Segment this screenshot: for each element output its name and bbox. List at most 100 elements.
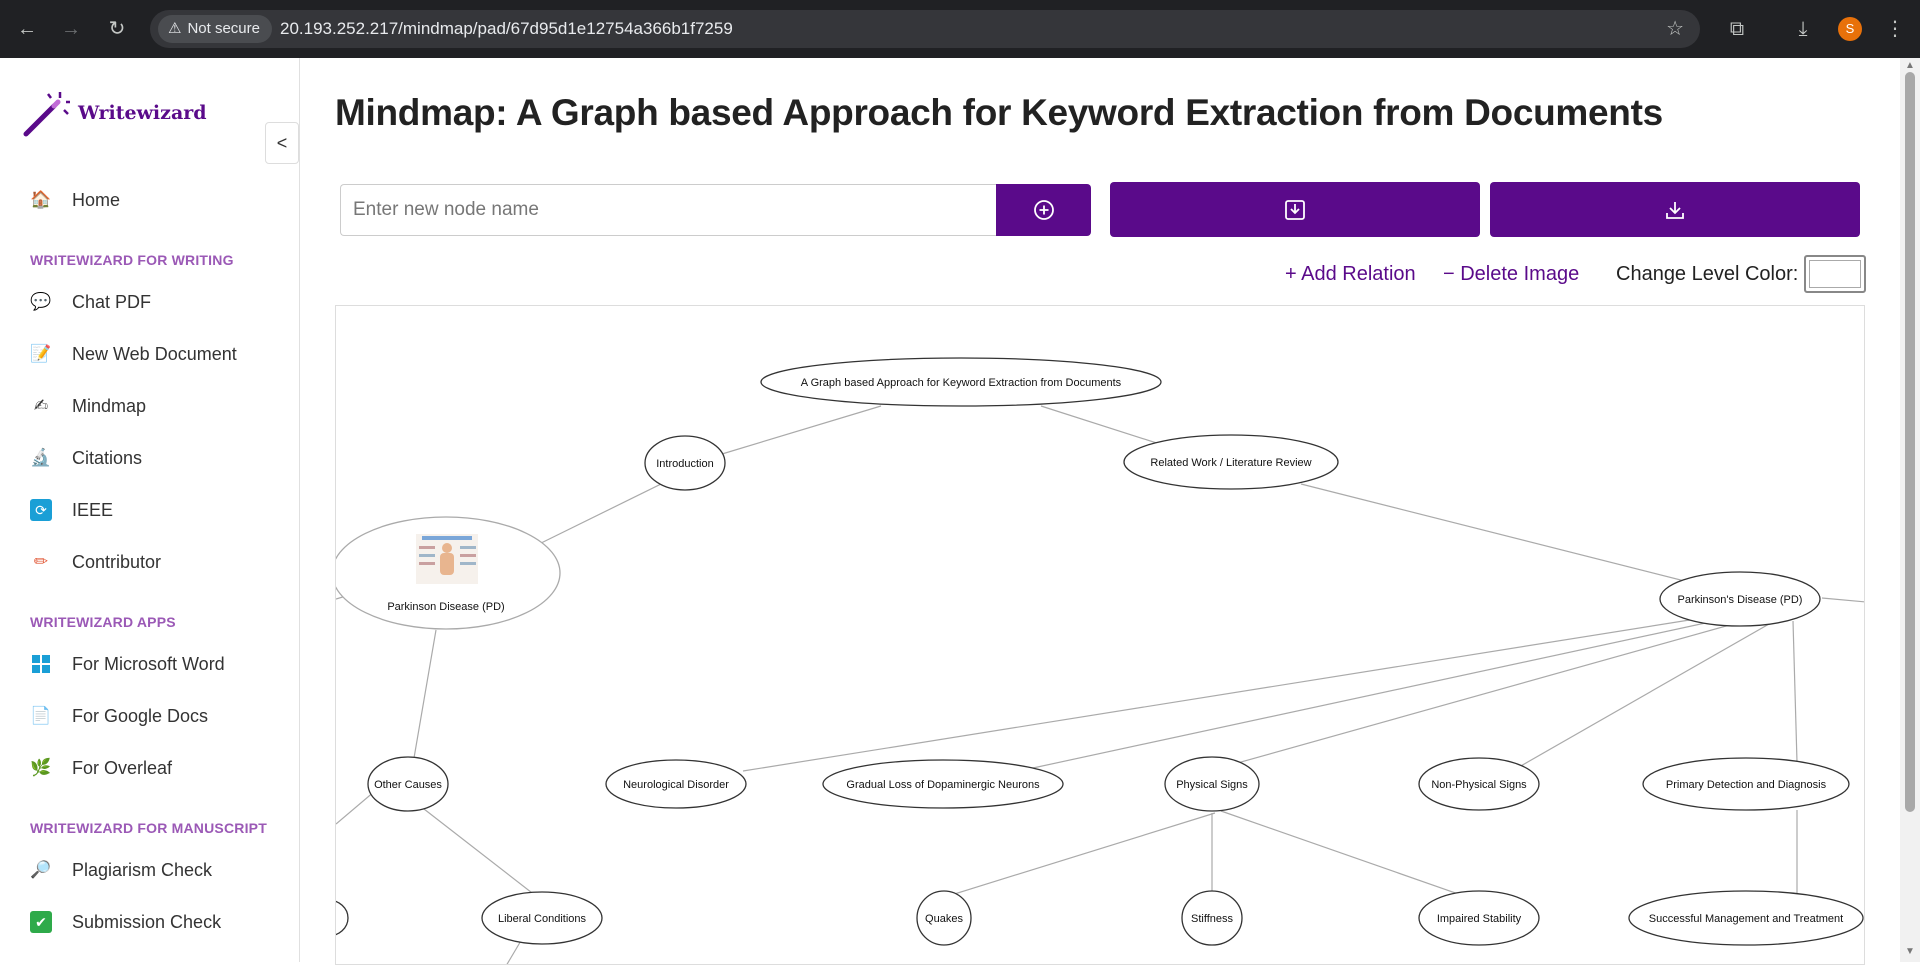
back-arrow-icon[interactable]: ← — [12, 14, 42, 44]
add-node-button[interactable] — [996, 184, 1091, 236]
microscope-icon: 🔬 — [30, 448, 52, 467]
sidebar-item-microsoft-word[interactable]: For Microsoft Word — [30, 646, 225, 682]
mindmap-node[interactable]: Quakes — [916, 890, 972, 946]
node-label: Non-Physical Signs — [1431, 779, 1527, 791]
save-tray-icon — [1285, 199, 1305, 220]
sidebar-item-label: Citations — [72, 447, 143, 468]
bookmark-star-icon[interactable]: ☆ — [1666, 10, 1684, 48]
mindmap-node[interactable]: A Graph based Approach for Keyword Extra… — [760, 357, 1162, 407]
node-label: Stiffness — [1191, 913, 1233, 925]
mindmap-node[interactable]: Liberal Conditions — [481, 891, 603, 945]
refresh-square-icon: ⟳ — [30, 499, 52, 521]
node-label: Parkinson Disease (PD) — [387, 601, 504, 613]
mindmap-node-partial[interactable] — [336, 900, 349, 936]
windows-logo-icon — [30, 653, 52, 675]
sidebar-item-label: For Overleaf — [72, 757, 173, 778]
node-label: Parkinson's Disease (PD) — [1678, 594, 1803, 606]
mindmap-node[interactable]: Non-Physical Signs — [1418, 757, 1540, 811]
extensions-icon[interactable]: ⧉ — [1722, 14, 1752, 44]
sidebar-item-label: Chat PDF — [72, 291, 152, 312]
node-label: Gradual Loss of Dopaminergic Neurons — [846, 779, 1040, 791]
mindmap-node[interactable]: Successful Management and Treatment — [1628, 890, 1864, 946]
mindmap-node[interactable]: Gradual Loss of Dopaminergic Neurons — [822, 759, 1064, 809]
edges — [336, 405, 1864, 964]
download-icon[interactable]: ⤓ — [1788, 14, 1818, 44]
download-icon — [1666, 201, 1684, 219]
add-relation-link[interactable]: + Add Relation — [1285, 263, 1416, 286]
mindmap-graph[interactable]: A Graph based Approach for Keyword Extra… — [336, 306, 1865, 965]
plus-circle-icon — [1033, 200, 1054, 220]
mindmap-node-with-image[interactable]: Parkinson Disease (PD) — [336, 516, 561, 630]
page-scrollbar[interactable]: ▲ ▼ — [1900, 58, 1920, 962]
sidebar-item-submission-check[interactable]: ✔ Submission Check — [30, 904, 221, 940]
section-title-writing: WRITEWIZARD FOR WRITING — [30, 252, 234, 268]
reload-icon[interactable]: ↻ — [102, 14, 132, 44]
mindmap-node[interactable]: Introduction — [644, 435, 726, 491]
herb-leaf-icon: 🌿 — [30, 758, 52, 777]
node-label: Other Causes — [374, 779, 442, 791]
pencil-icon: ✏ — [33, 552, 49, 571]
mindmap-node[interactable]: Other Causes — [367, 756, 449, 812]
forward-arrow-icon[interactable]: → — [56, 14, 86, 44]
sidebar-item-ieee[interactable]: ⟳ IEEE — [30, 492, 113, 528]
sidebar-item-label: Contributor — [72, 551, 162, 572]
new-node-input[interactable] — [340, 184, 996, 236]
url-text[interactable]: 20.193.252.217/mindmap/pad/67d95d1e12754… — [280, 10, 733, 48]
sidebar-item-contributor[interactable]: ✏ Contributor — [30, 544, 161, 580]
main-content: Mindmap: A Graph based Approach for Keyw… — [300, 58, 1900, 965]
memo-icon: 📝 — [30, 344, 52, 363]
node-label: Neurological Disorder — [623, 779, 729, 791]
mindmap-node[interactable]: Primary Detection and Diagnosis — [1642, 757, 1850, 811]
sidebar-item-label: IEEE — [72, 499, 114, 520]
mindmap-node[interactable]: Neurological Disorder — [605, 759, 747, 809]
node-label: Quakes — [925, 913, 963, 925]
address-bar[interactable]: ⚠ Not secure 20.193.252.217/mindmap/pad/… — [150, 10, 1700, 48]
mindmap-node[interactable]: Parkinson's Disease (PD) — [1659, 571, 1821, 627]
magic-wand-icon — [23, 92, 70, 137]
page-title: Mindmap: A Graph based Approach for Keyw… — [335, 92, 1663, 133]
sidebar-item-citations[interactable]: 🔬 Citations — [30, 440, 142, 476]
sidebar-item-mindmap[interactable]: ✍ Mindmap — [30, 388, 146, 424]
security-chip[interactable]: ⚠ Not secure — [158, 15, 272, 43]
sidebar-item-label: For Google Docs — [72, 705, 209, 726]
writing-hand-icon: ✍ — [33, 396, 49, 415]
sidebar-item-label: Plagiarism Check — [72, 859, 213, 880]
save-mindmap-button[interactable] — [1110, 182, 1480, 237]
node-label: Primary Detection and Diagnosis — [1666, 779, 1827, 791]
sidebar-item-label: Home — [72, 189, 121, 210]
sidebar-item-overleaf[interactable]: 🌿 For Overleaf — [30, 750, 172, 786]
browser-toolbar: ← → ↻ ⚠ Not secure 20.193.252.217/mindma… — [0, 0, 1920, 58]
scroll-down-icon[interactable]: ▼ — [1904, 946, 1916, 957]
node-label: Introduction — [656, 458, 713, 470]
scroll-thumb[interactable] — [1905, 72, 1915, 812]
logo-text: Writewizard — [78, 102, 207, 124]
node-label: Liberal Conditions — [498, 913, 587, 925]
scroll-up-icon[interactable]: ▲ — [1904, 60, 1916, 71]
sidebar-item-plagiarism-check[interactable]: 🔎 Plagiarism Check — [30, 852, 212, 888]
logo[interactable]: Writewizard — [22, 88, 207, 138]
sidebar: Writewizard < 🏠 Home WRITEWIZARD FOR WRI… — [0, 58, 300, 962]
mindmap-node[interactable]: Stiffness — [1181, 890, 1243, 946]
sidebar-collapse-button[interactable]: < — [265, 122, 299, 164]
browser-menu-icon[interactable]: ⋮ — [1880, 14, 1910, 44]
sidebar-item-label: New Web Document — [72, 343, 237, 364]
profile-avatar[interactable]: S — [1838, 17, 1862, 41]
sidebar-item-home[interactable]: 🏠 Home — [30, 182, 120, 218]
level-color-picker[interactable] — [1804, 255, 1866, 293]
mindmap-node[interactable]: Physical Signs — [1164, 756, 1260, 812]
node-label: Physical Signs — [1176, 779, 1248, 791]
mindmap-node[interactable]: Impaired Stability — [1418, 890, 1540, 946]
security-label: Not secure — [187, 20, 260, 37]
sidebar-item-new-web-document[interactable]: 📝 New Web Document — [30, 336, 237, 372]
download-button[interactable] — [1490, 182, 1860, 237]
speech-bubble-icon: 💬 — [30, 292, 52, 311]
mindmap-canvas[interactable]: A Graph based Approach for Keyword Extra… — [335, 305, 1865, 965]
delete-image-link[interactable]: − Delete Image — [1443, 263, 1579, 286]
document-icon: 📄 — [30, 706, 52, 725]
sidebar-item-chat-pdf[interactable]: 💬 Chat PDF — [30, 284, 151, 320]
magnifier-icon: 🔎 — [30, 860, 52, 879]
sidebar-item-google-docs[interactable]: 📄 For Google Docs — [30, 698, 208, 734]
sidebar-item-label: For Microsoft Word — [72, 653, 225, 674]
change-level-color-label: Change Level Color: — [1616, 263, 1799, 285]
mindmap-node[interactable]: Related Work / Literature Review — [1123, 434, 1339, 490]
